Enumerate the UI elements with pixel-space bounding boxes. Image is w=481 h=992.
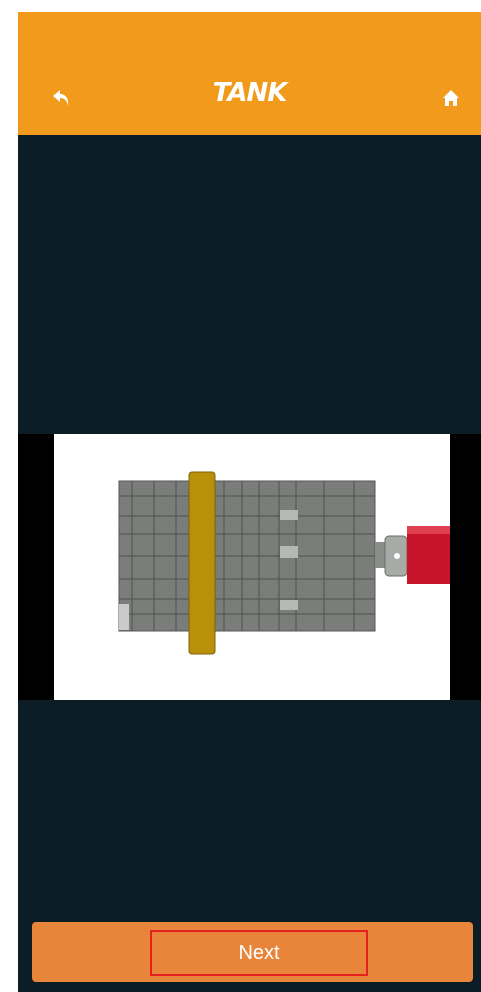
gear-tooth-2 bbox=[280, 546, 298, 558]
home-button[interactable] bbox=[437, 84, 465, 112]
app-header: TANK bbox=[18, 12, 481, 135]
footer-bar: Next bbox=[32, 922, 473, 982]
home-icon bbox=[443, 90, 459, 106]
app-screen: TANK Next bbox=[18, 12, 481, 992]
axle-collar bbox=[375, 542, 385, 568]
vertical-beam bbox=[188, 471, 216, 655]
model-viewer[interactable] bbox=[54, 434, 450, 700]
corner-block bbox=[119, 604, 129, 630]
axle-hole bbox=[394, 553, 400, 559]
red-axle bbox=[407, 526, 450, 584]
gear-tooth-1 bbox=[280, 510, 298, 520]
red-axle-highlight bbox=[407, 526, 450, 534]
page-title: TANK bbox=[212, 78, 288, 108]
tank-assembly-illustration bbox=[118, 471, 450, 655]
gear-tooth-3 bbox=[280, 600, 298, 610]
next-button[interactable]: Next bbox=[150, 930, 368, 976]
